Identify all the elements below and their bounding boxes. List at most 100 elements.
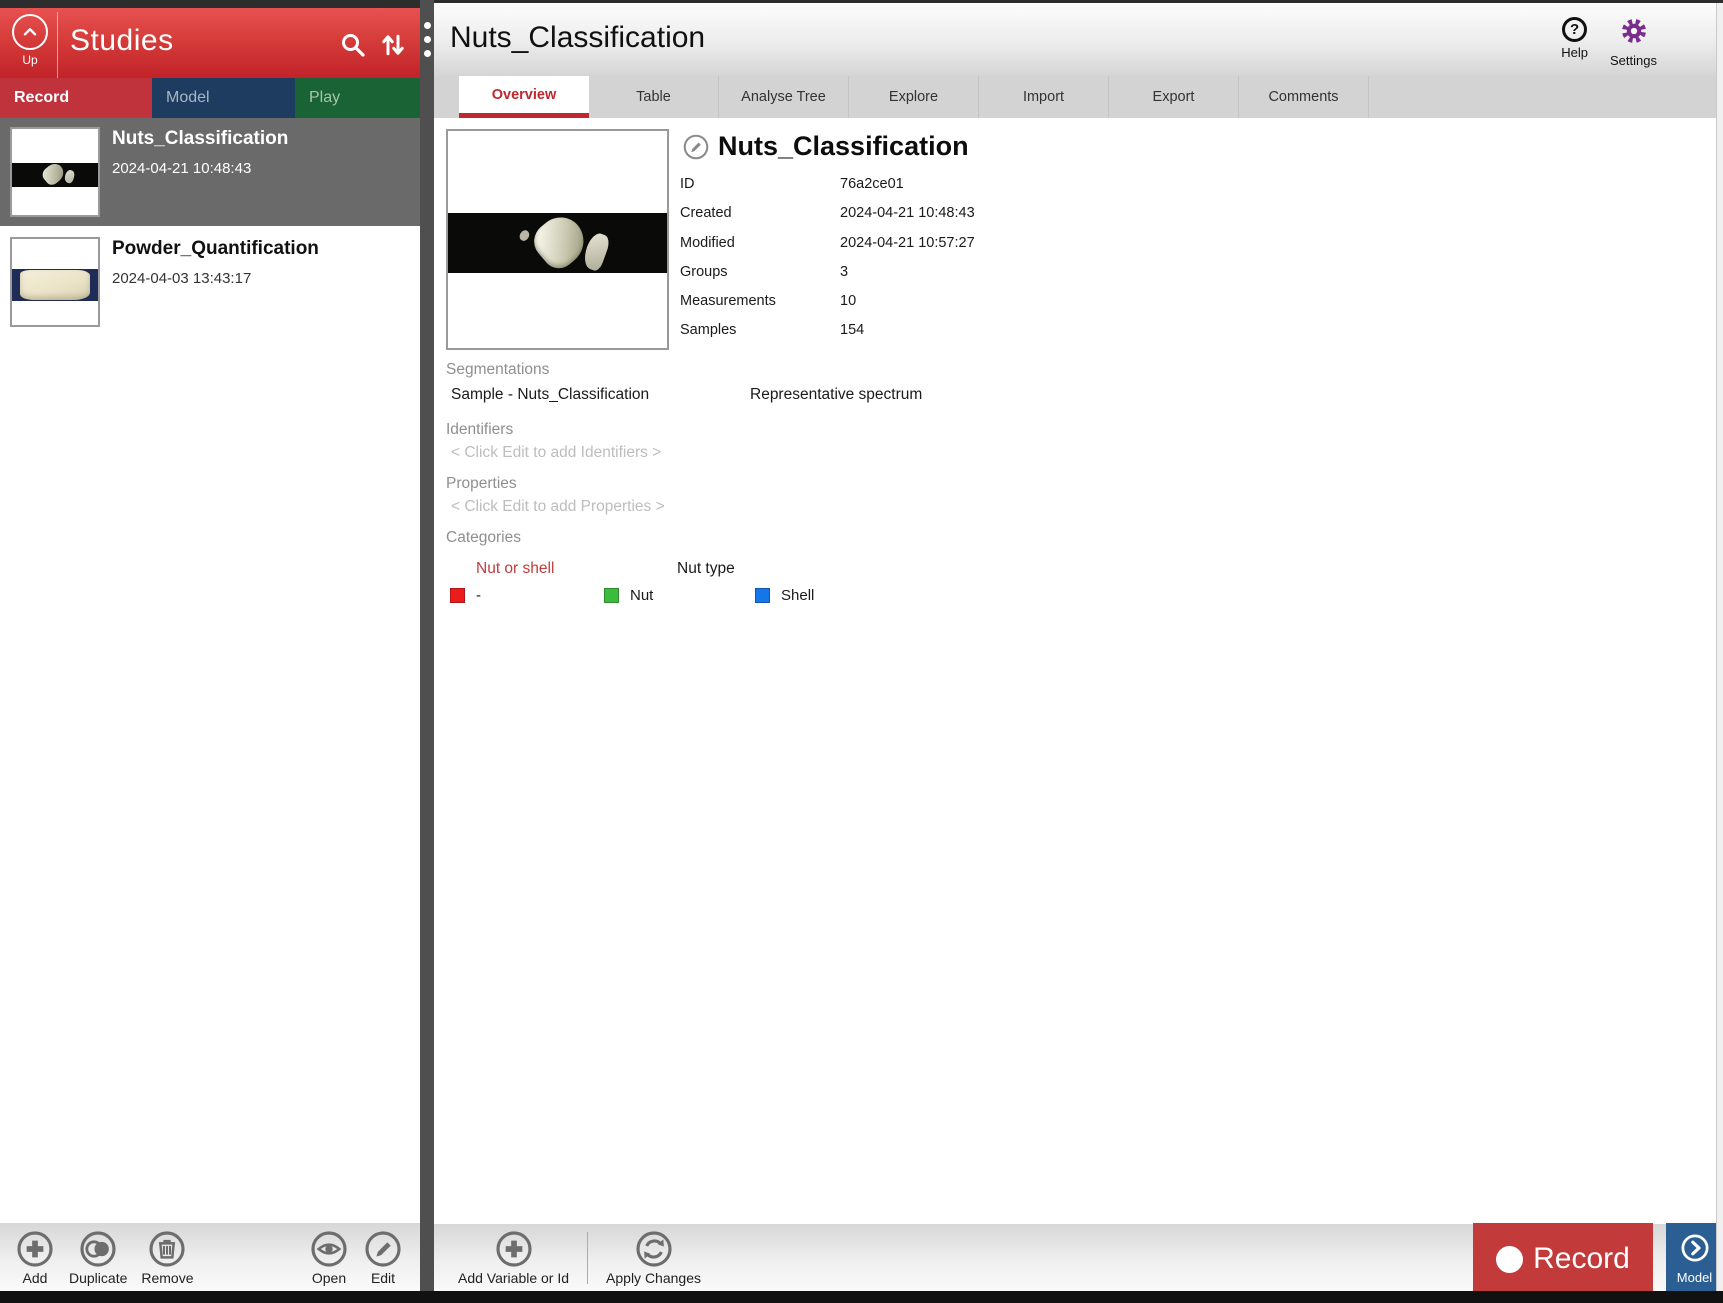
field-value-measurements: 10 bbox=[840, 293, 856, 309]
properties-placeholder: < Click Edit to add Properties > bbox=[451, 498, 665, 516]
tab-record[interactable]: Record bbox=[0, 78, 152, 118]
field-value-groups: 3 bbox=[840, 264, 848, 280]
app-window: Up Studies Record Model Play bbox=[0, 0, 1723, 1303]
field-label-measurements: Measurements bbox=[680, 293, 776, 309]
record-button-label: Record bbox=[1533, 1242, 1630, 1276]
sidebar-top-strip bbox=[0, 0, 420, 8]
study-item-nuts[interactable]: Nuts_Classification 2024-04-21 10:48:43 bbox=[0, 118, 420, 226]
chevron-right-circle-icon bbox=[1680, 1233, 1710, 1268]
apply-changes-button[interactable]: Apply Changes bbox=[606, 1229, 701, 1286]
main-tab-bar: Overview Table Analyse Tree Explore Impo… bbox=[434, 76, 1723, 118]
field-label-modified: Modified bbox=[680, 235, 735, 251]
search-icon[interactable] bbox=[338, 30, 368, 60]
add-variable-button[interactable]: Add Variable or Id bbox=[458, 1229, 569, 1286]
study-thumbnail-nuts bbox=[10, 127, 100, 217]
tab-play[interactable]: Play bbox=[295, 78, 420, 118]
remove-button[interactable]: Remove bbox=[141, 1229, 193, 1286]
overview-content: Nuts_Classification ID 76a2ce01 Created … bbox=[434, 118, 1723, 1224]
open-button-label: Open bbox=[312, 1270, 346, 1286]
field-label-id: ID bbox=[680, 176, 695, 192]
study-thumbnail-powder bbox=[10, 237, 100, 327]
study-item-title: Powder_Quantification bbox=[112, 238, 319, 260]
trash-icon bbox=[147, 1229, 187, 1269]
eye-icon bbox=[309, 1229, 349, 1269]
category-swatch-dash bbox=[450, 588, 465, 603]
identifiers-placeholder: < Click Edit to add Identifiers > bbox=[451, 444, 661, 462]
tab-export[interactable]: Export bbox=[1109, 76, 1239, 118]
study-item-timestamp: 2024-04-03 13:43:17 bbox=[112, 270, 251, 287]
tab-model[interactable]: Model bbox=[152, 78, 295, 118]
sort-icon[interactable] bbox=[378, 30, 408, 60]
categories-label: Categories bbox=[446, 529, 521, 547]
model-button-label: Model bbox=[1677, 1270, 1712, 1285]
tab-analyse-tree[interactable]: Analyse Tree bbox=[719, 76, 849, 118]
tab-import[interactable]: Import bbox=[979, 76, 1109, 118]
sidebar-tab-bar: Record Model Play bbox=[0, 78, 420, 118]
chevron-up-icon bbox=[12, 14, 48, 50]
field-value-samples: 154 bbox=[840, 322, 864, 338]
help-label: Help bbox=[1561, 45, 1588, 60]
category-swatch-nut bbox=[604, 588, 619, 603]
field-value-id: 76a2ce01 bbox=[840, 176, 904, 192]
model-button[interactable]: Model bbox=[1666, 1223, 1723, 1295]
page-title: Nuts_Classification bbox=[450, 21, 705, 55]
field-label-groups: Groups bbox=[680, 264, 728, 280]
study-item-timestamp: 2024-04-21 10:48:43 bbox=[112, 160, 251, 177]
edit-button-label: Edit bbox=[371, 1270, 395, 1286]
field-label-samples: Samples bbox=[680, 322, 736, 338]
category-group-nut-or-shell: Nut or shell bbox=[476, 560, 554, 578]
refresh-icon bbox=[634, 1229, 674, 1269]
sidebar-header: Up Studies bbox=[0, 8, 420, 78]
add-button-label: Add bbox=[23, 1270, 48, 1286]
up-button-label: Up bbox=[22, 53, 37, 67]
settings-button[interactable]: Settings bbox=[1610, 17, 1657, 68]
help-button[interactable]: Help bbox=[1561, 17, 1588, 68]
up-button[interactable]: Up bbox=[8, 14, 52, 76]
record-circle-icon bbox=[1496, 1246, 1523, 1273]
window-bottom-strip bbox=[0, 1291, 1723, 1303]
category-value-nut: Nut bbox=[630, 587, 653, 604]
main-header: Nuts_Classification Help Settings bbox=[434, 0, 1723, 76]
panel-title: Studies bbox=[70, 24, 174, 58]
edit-button[interactable]: Edit bbox=[363, 1229, 403, 1286]
add-variable-label: Add Variable or Id bbox=[458, 1270, 569, 1286]
settings-label: Settings bbox=[1610, 53, 1657, 68]
field-value-modified: 2024-04-21 10:57:27 bbox=[840, 235, 975, 251]
sidebar-toolbar: Add Duplicate Remove Open bbox=[0, 1223, 420, 1291]
category-swatch-shell bbox=[755, 588, 770, 603]
identifiers-label: Identifiers bbox=[446, 421, 513, 439]
gear-icon bbox=[1620, 17, 1648, 50]
tab-table[interactable]: Table bbox=[589, 76, 719, 118]
properties-label: Properties bbox=[446, 475, 517, 493]
study-item-powder[interactable]: Powder_Quantification 2024-04-03 13:43:1… bbox=[0, 228, 420, 336]
tab-comments[interactable]: Comments bbox=[1239, 76, 1369, 118]
plus-circle-icon bbox=[494, 1229, 534, 1269]
remove-button-label: Remove bbox=[141, 1270, 193, 1286]
category-group-nut-type: Nut type bbox=[677, 560, 735, 578]
tab-overview[interactable]: Overview bbox=[459, 76, 589, 118]
field-label-created: Created bbox=[680, 205, 732, 221]
open-button[interactable]: Open bbox=[309, 1229, 349, 1286]
panel-splitter[interactable] bbox=[420, 0, 434, 1291]
header-divider bbox=[57, 12, 58, 78]
scrollbar-track[interactable] bbox=[1716, 3, 1723, 1291]
study-item-title: Nuts_Classification bbox=[112, 128, 288, 150]
study-list: Nuts_Classification 2024-04-21 10:48:43 … bbox=[0, 118, 420, 336]
field-value-created: 2024-04-21 10:48:43 bbox=[840, 205, 975, 221]
studies-panel: Up Studies Record Model Play bbox=[0, 0, 420, 1291]
plus-circle-icon bbox=[15, 1229, 55, 1269]
help-icon bbox=[1562, 17, 1587, 42]
tab-explore[interactable]: Explore bbox=[849, 76, 979, 118]
duplicate-button-label: Duplicate bbox=[69, 1270, 127, 1286]
study-title: Nuts_Classification bbox=[718, 131, 969, 162]
segmentation-value: Representative spectrum bbox=[750, 386, 922, 404]
main-panel: Nuts_Classification Help Settings bbox=[434, 0, 1723, 1291]
toolbar-divider bbox=[587, 1232, 588, 1284]
record-button[interactable]: Record bbox=[1473, 1223, 1653, 1295]
edit-title-icon[interactable] bbox=[683, 134, 709, 160]
apply-changes-label: Apply Changes bbox=[606, 1270, 701, 1286]
segmentations-label: Segmentations bbox=[446, 361, 549, 379]
duplicate-button[interactable]: Duplicate bbox=[69, 1229, 127, 1286]
pencil-icon bbox=[363, 1229, 403, 1269]
add-button[interactable]: Add bbox=[15, 1229, 55, 1286]
